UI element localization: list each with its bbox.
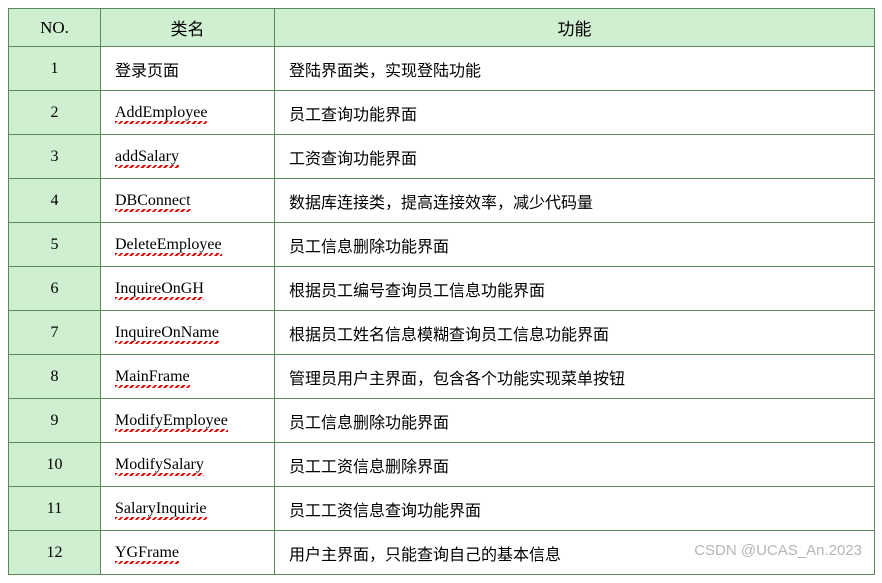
function-text: 根据员工编号查询员工信息功能界面 bbox=[289, 277, 545, 301]
row-function: 员工工资信息查询功能界面 bbox=[275, 487, 875, 531]
row-function: 员工查询功能界面 bbox=[275, 91, 875, 135]
class-table: NO. 类名 功能 1 登录页面 登陆界面类，实现登陆功能 2 AddEmployee 员… bbox=[8, 8, 875, 575]
table-row: 7 InquireOnName 根据员工姓名信息模糊查询员工信息功能界面 bbox=[9, 311, 875, 355]
row-class-name: DBConnect bbox=[101, 179, 275, 223]
function-text: 登陆界面类，实现登陆功能 bbox=[289, 57, 481, 81]
table-row: 3 addSalary 工资查询功能界面 bbox=[9, 135, 875, 179]
table-row: 6 InquireOnGH 根据员工编号查询员工信息功能界面 bbox=[9, 267, 875, 311]
row-function: 数据库连接类，提高连接效率，减少代码量 bbox=[275, 179, 875, 223]
row-function: 管理员用户主界面，包含各个功能实现菜单按钮 bbox=[275, 355, 875, 399]
class-name-text: 登录页面 bbox=[115, 57, 179, 81]
class-name-text: ModifySalary bbox=[115, 455, 204, 474]
col-no-header: NO. bbox=[9, 9, 101, 47]
row-class-name: ModifyEmployee bbox=[101, 399, 275, 443]
col-func-header: 功能 bbox=[275, 9, 875, 47]
row-no: 11 bbox=[9, 487, 101, 531]
row-function: 工资查询功能界面 bbox=[275, 135, 875, 179]
function-text: 根据员工姓名信息模糊查询员工信息功能界面 bbox=[289, 321, 609, 345]
class-name-text: InquireOnGH bbox=[115, 279, 204, 298]
col-name-header: 类名 bbox=[101, 9, 275, 47]
row-no: 5 bbox=[9, 223, 101, 267]
table-row: 2 AddEmployee 员工查询功能界面 bbox=[9, 91, 875, 135]
row-class-name: AddEmployee bbox=[101, 91, 275, 135]
function-text: 工资查询功能界面 bbox=[289, 145, 417, 169]
row-function: 员工信息删除功能界面 bbox=[275, 223, 875, 267]
row-no: 2 bbox=[9, 91, 101, 135]
class-name-text: YGFrame bbox=[115, 543, 179, 562]
table-row: 11 SalaryInquirie 员工工资信息查询功能界面 bbox=[9, 487, 875, 531]
row-function: 员工工资信息删除界面 bbox=[275, 443, 875, 487]
table-row: 8 MainFrame 管理员用户主界面，包含各个功能实现菜单按钮 bbox=[9, 355, 875, 399]
row-class-name: MainFrame bbox=[101, 355, 275, 399]
row-no: 6 bbox=[9, 267, 101, 311]
class-name-text: ModifyEmployee bbox=[115, 411, 228, 430]
row-no: 7 bbox=[9, 311, 101, 355]
class-name-text: DBConnect bbox=[115, 191, 191, 210]
row-class-name: InquireOnGH bbox=[101, 267, 275, 311]
class-name-text: DeleteEmployee bbox=[115, 235, 222, 254]
row-class-name: addSalary bbox=[101, 135, 275, 179]
row-no: 8 bbox=[9, 355, 101, 399]
row-function: 根据员工编号查询员工信息功能界面 bbox=[275, 267, 875, 311]
row-class-name: 登录页面 bbox=[101, 47, 275, 91]
row-function: 员工信息删除功能界面 bbox=[275, 399, 875, 443]
function-text: 管理员用户主界面，包含各个功能实现菜单按钮 bbox=[289, 365, 625, 389]
table-row: 1 登录页面 登陆界面类，实现登陆功能 bbox=[9, 47, 875, 91]
row-no: 1 bbox=[9, 47, 101, 91]
class-name-text: InquireOnName bbox=[115, 323, 219, 342]
function-text: 员工工资信息删除界面 bbox=[289, 453, 449, 477]
row-class-name: DeleteEmployee bbox=[101, 223, 275, 267]
function-text: 员工工资信息查询功能界面 bbox=[289, 497, 481, 521]
row-no: 3 bbox=[9, 135, 101, 179]
function-text: 用户主界面，只能查询自己的基本信息 bbox=[289, 541, 561, 565]
table-row: 4 DBConnect 数据库连接类，提高连接效率，减少代码量 bbox=[9, 179, 875, 223]
row-no: 10 bbox=[9, 443, 101, 487]
row-class-name: SalaryInquirie bbox=[101, 487, 275, 531]
row-no: 9 bbox=[9, 399, 101, 443]
class-name-text: AddEmployee bbox=[115, 103, 207, 122]
row-class-name: YGFrame bbox=[101, 531, 275, 575]
class-name-text: SalaryInquirie bbox=[115, 499, 207, 518]
class-name-text: MainFrame bbox=[115, 367, 190, 386]
function-text: 员工信息删除功能界面 bbox=[289, 233, 449, 257]
function-text: 员工查询功能界面 bbox=[289, 101, 417, 125]
table-row: 5 DeleteEmployee 员工信息删除功能界面 bbox=[9, 223, 875, 267]
row-class-name: InquireOnName bbox=[101, 311, 275, 355]
class-name-text: addSalary bbox=[115, 147, 179, 166]
function-text: 员工信息删除功能界面 bbox=[289, 409, 449, 433]
row-function: 根据员工姓名信息模糊查询员工信息功能界面 bbox=[275, 311, 875, 355]
header-row: NO. 类名 功能 bbox=[9, 9, 875, 47]
table-row: 9 ModifyEmployee 员工信息删除功能界面 bbox=[9, 399, 875, 443]
row-no: 12 bbox=[9, 531, 101, 575]
row-function: 登陆界面类，实现登陆功能 bbox=[275, 47, 875, 91]
table-row: 12 YGFrame 用户主界面，只能查询自己的基本信息 bbox=[9, 531, 875, 575]
table-row: 10 ModifySalary 员工工资信息删除界面 bbox=[9, 443, 875, 487]
row-no: 4 bbox=[9, 179, 101, 223]
function-text: 数据库连接类，提高连接效率，减少代码量 bbox=[289, 189, 593, 213]
row-class-name: ModifySalary bbox=[101, 443, 275, 487]
row-function: 用户主界面，只能查询自己的基本信息 bbox=[275, 531, 875, 575]
